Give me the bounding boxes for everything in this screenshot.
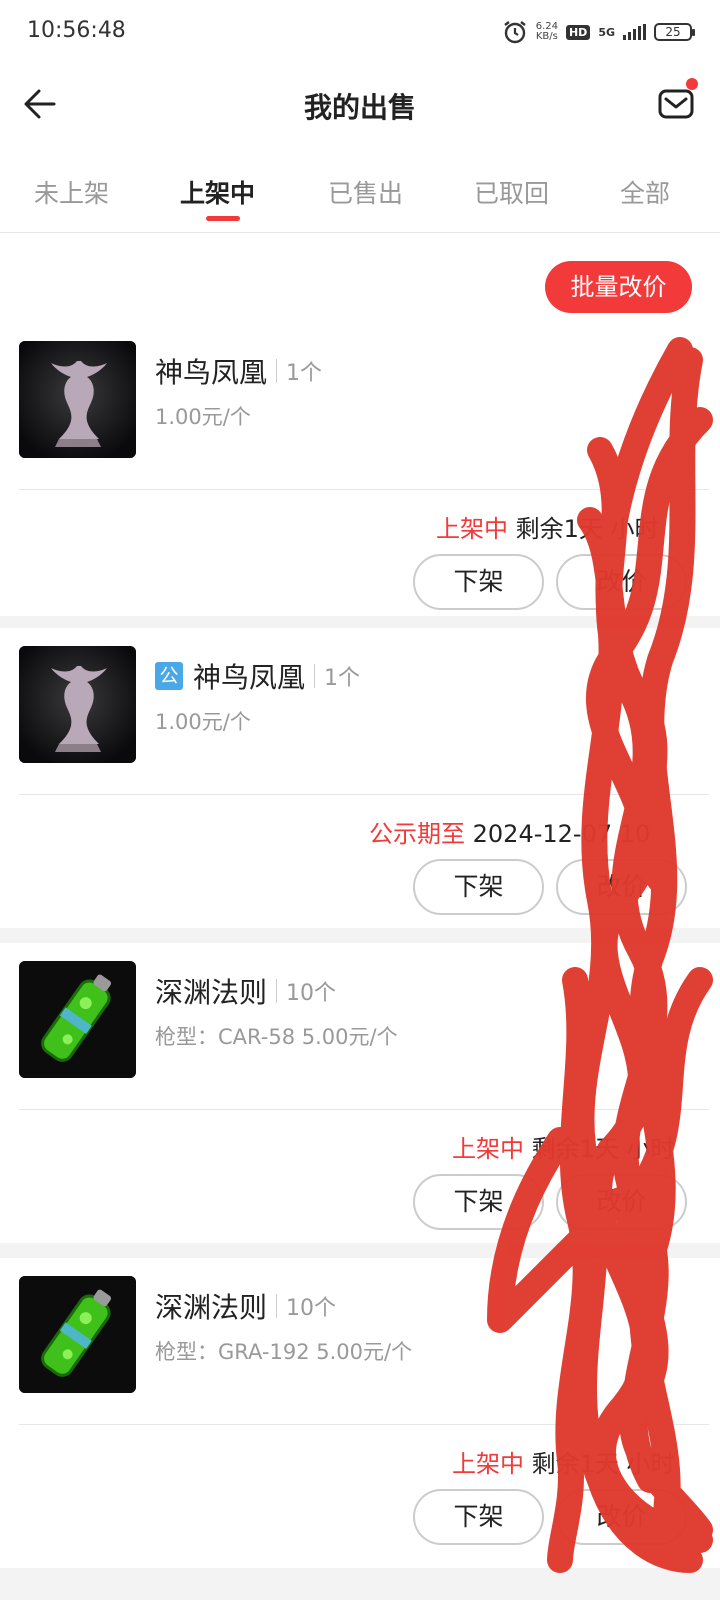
card-divider — [19, 794, 709, 795]
mail-icon[interactable] — [658, 88, 694, 120]
divider — [276, 979, 278, 1003]
item-image-spray-can[interactable] — [19, 961, 136, 1078]
status-icons: 6.24 KB/s HD 5G 25 — [502, 16, 695, 48]
status-time: 10:56:48 — [27, 18, 126, 43]
item-name-row: 深渊法则 10个 — [155, 971, 336, 1011]
hd-badge: HD — [565, 24, 591, 40]
tab-listed[interactable]: 上架中 — [180, 174, 255, 210]
battery-icon: 25 — [654, 23, 695, 41]
listing-card: 深渊法则 10个 枪型：GRA-192 5.00元/个 上架中 剩余1天 小时 … — [0, 1258, 720, 1568]
item-name-row: 神鸟凤凰 1个 — [155, 351, 322, 391]
tab-sold[interactable]: 已售出 — [328, 174, 403, 210]
tab-all[interactable]: 全部 — [620, 174, 670, 210]
listing-content: 批量改价 神鸟凤凰 1个 1.00元/个 上架中 剩余1天 小时 下架 改价 公… — [0, 233, 720, 1600]
item-name-row: 深渊法则 10个 — [155, 1286, 336, 1326]
tab-unlisted[interactable]: 未上架 — [34, 174, 109, 210]
item-image-spray-can[interactable] — [19, 1276, 136, 1393]
item-quantity: 10个 — [286, 981, 337, 1006]
change-price-button[interactable]: 改价 — [556, 1489, 687, 1545]
alarm-clock-icon — [503, 21, 526, 44]
item-quantity: 1个 — [324, 666, 361, 691]
status-detail: 剩余1天 小时 — [531, 1450, 675, 1478]
status-tabs: 未上架 上架中 已售出 已取回 全部 — [0, 146, 720, 233]
bulk-action-bar: 批量改价 — [0, 233, 720, 323]
item-name: 神鸟凤凰 — [193, 661, 306, 694]
item-image-phoenix[interactable] — [19, 646, 136, 763]
active-tab-indicator — [206, 216, 240, 221]
change-price-button[interactable]: 改价 — [556, 859, 687, 915]
change-price-button[interactable]: 改价 — [556, 1174, 687, 1230]
status-detail: 剩余1天 小时 — [531, 1135, 675, 1163]
unread-dot — [686, 78, 698, 90]
listing-status: 上架中 剩余1天 小时 — [452, 1129, 675, 1164]
net-speed: 6.24 KB/s — [535, 21, 558, 42]
status-bar: 10:56:48 6.24 KB/s HD 5G 25 — [0, 0, 720, 64]
change-price-button[interactable]: 改价 — [556, 554, 687, 610]
divider — [276, 1294, 278, 1318]
listing-card: 深渊法则 10个 枪型：CAR-58 5.00元/个 上架中 剩余1天 小时 下… — [0, 943, 720, 1243]
delist-button[interactable]: 下架 — [413, 554, 544, 610]
app-header: 我的出售 — [0, 64, 720, 146]
item-name: 神鸟凤凰 — [155, 356, 268, 389]
item-name-row: 公 神鸟凤凰 1个 — [155, 656, 360, 696]
item-price: 1.00元/个 — [155, 710, 251, 734]
page-title: 我的出售 — [303, 91, 416, 124]
status-label: 上架中 — [436, 515, 508, 543]
listing-card: 神鸟凤凰 1个 1.00元/个 上架中 剩余1天 小时 下架 改价 — [0, 323, 720, 616]
item-image-phoenix[interactable] — [19, 341, 136, 458]
item-name: 深渊法则 — [155, 1291, 268, 1324]
divider — [314, 664, 316, 688]
item-name: 深渊法则 — [155, 976, 268, 1009]
status-label: 上架中 — [452, 1450, 524, 1478]
bulk-price-button[interactable]: 批量改价 — [545, 261, 692, 313]
status-detail: 剩余1天 小时 — [515, 515, 659, 543]
card-divider — [19, 489, 709, 490]
card-divider — [19, 1109, 709, 1110]
delist-button[interactable]: 下架 — [413, 859, 544, 915]
status-label: 公示期至 — [369, 820, 465, 848]
delist-button[interactable]: 下架 — [413, 1174, 544, 1230]
status-label: 上架中 — [452, 1135, 524, 1163]
delist-button[interactable]: 下架 — [413, 1489, 544, 1545]
status-detail: 2024-12-07 10 — [472, 820, 651, 848]
divider — [276, 359, 278, 383]
signal-icon — [623, 24, 646, 40]
item-quantity: 1个 — [286, 361, 323, 386]
item-price: 1.00元/个 — [155, 405, 251, 429]
item-quantity: 10个 — [286, 1296, 337, 1321]
listing-card: 公 神鸟凤凰 1个 1.00元/个 公示期至 2024-12-07 10 下架 … — [0, 628, 720, 928]
public-badge: 公 — [155, 662, 183, 690]
item-price: 枪型：CAR-58 5.00元/个 — [155, 1025, 398, 1049]
card-divider — [19, 1424, 709, 1425]
tab-retrieved[interactable]: 已取回 — [474, 174, 549, 210]
item-price: 枪型：GRA-192 5.00元/个 — [155, 1340, 413, 1364]
listing-status: 公示期至 2024-12-07 10 — [369, 814, 650, 849]
listing-status: 上架中 剩余1天 小时 — [452, 1444, 675, 1479]
listing-status: 上架中 剩余1天 小时 — [436, 509, 659, 544]
network-type: 5G — [598, 25, 615, 39]
